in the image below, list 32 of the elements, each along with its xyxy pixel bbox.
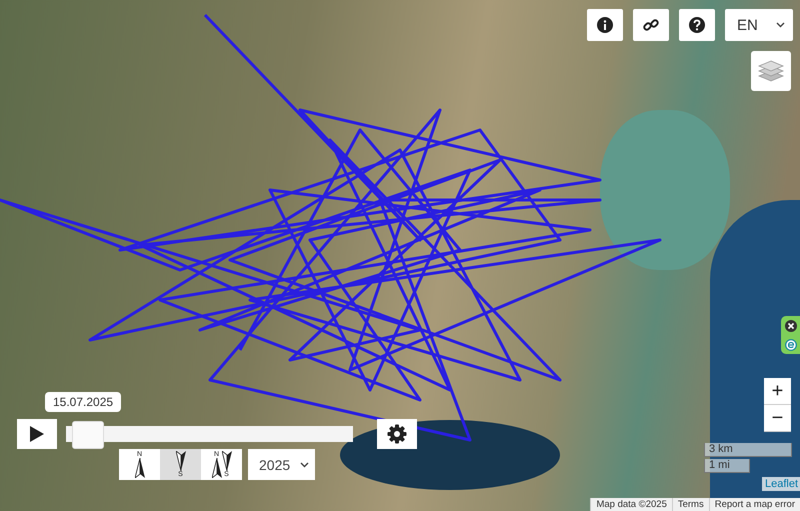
north-arrow-icon — [134, 458, 144, 478]
help-icon — [689, 17, 705, 33]
link-icon — [643, 17, 659, 33]
chevron-down-icon — [776, 22, 785, 28]
link-button[interactable] — [633, 9, 669, 41]
help-button[interactable] — [679, 9, 715, 41]
play-icon — [29, 425, 45, 443]
settings-button[interactable] — [377, 419, 417, 449]
chevron-down-icon — [300, 462, 309, 468]
info-icon — [597, 17, 613, 33]
satellite-map[interactable] — [0, 0, 800, 511]
layers-icon — [758, 58, 784, 84]
slider-handle[interactable] — [72, 421, 104, 449]
info-button[interactable] — [587, 9, 623, 41]
close-icon[interactable] — [784, 320, 796, 332]
scale-bar: 3 km — [704, 443, 792, 457]
attribution-link[interactable]: Report a map error — [708, 498, 800, 511]
date-tooltip: 15.07.2025 — [45, 392, 122, 412]
attribution-link[interactable]: Terms — [672, 498, 709, 511]
year-select[interactable]: 2025 — [248, 449, 315, 480]
map-data-text: Map data ©2025 — [590, 498, 672, 511]
zoom-in-button[interactable]: + — [764, 378, 791, 405]
south-arrow-icon — [176, 451, 186, 471]
play-button[interactable] — [17, 419, 57, 449]
settings-icon — [387, 424, 407, 444]
north-arrow-icon — [212, 458, 222, 478]
layers-button[interactable] — [751, 51, 791, 91]
south-arrow-icon — [222, 451, 232, 471]
scale-bar: 1 mi — [704, 459, 750, 473]
timeline-slider[interactable] — [66, 421, 353, 447]
e-letter-icon[interactable] — [784, 338, 796, 350]
language-select[interactable]: EN — [725, 9, 793, 41]
